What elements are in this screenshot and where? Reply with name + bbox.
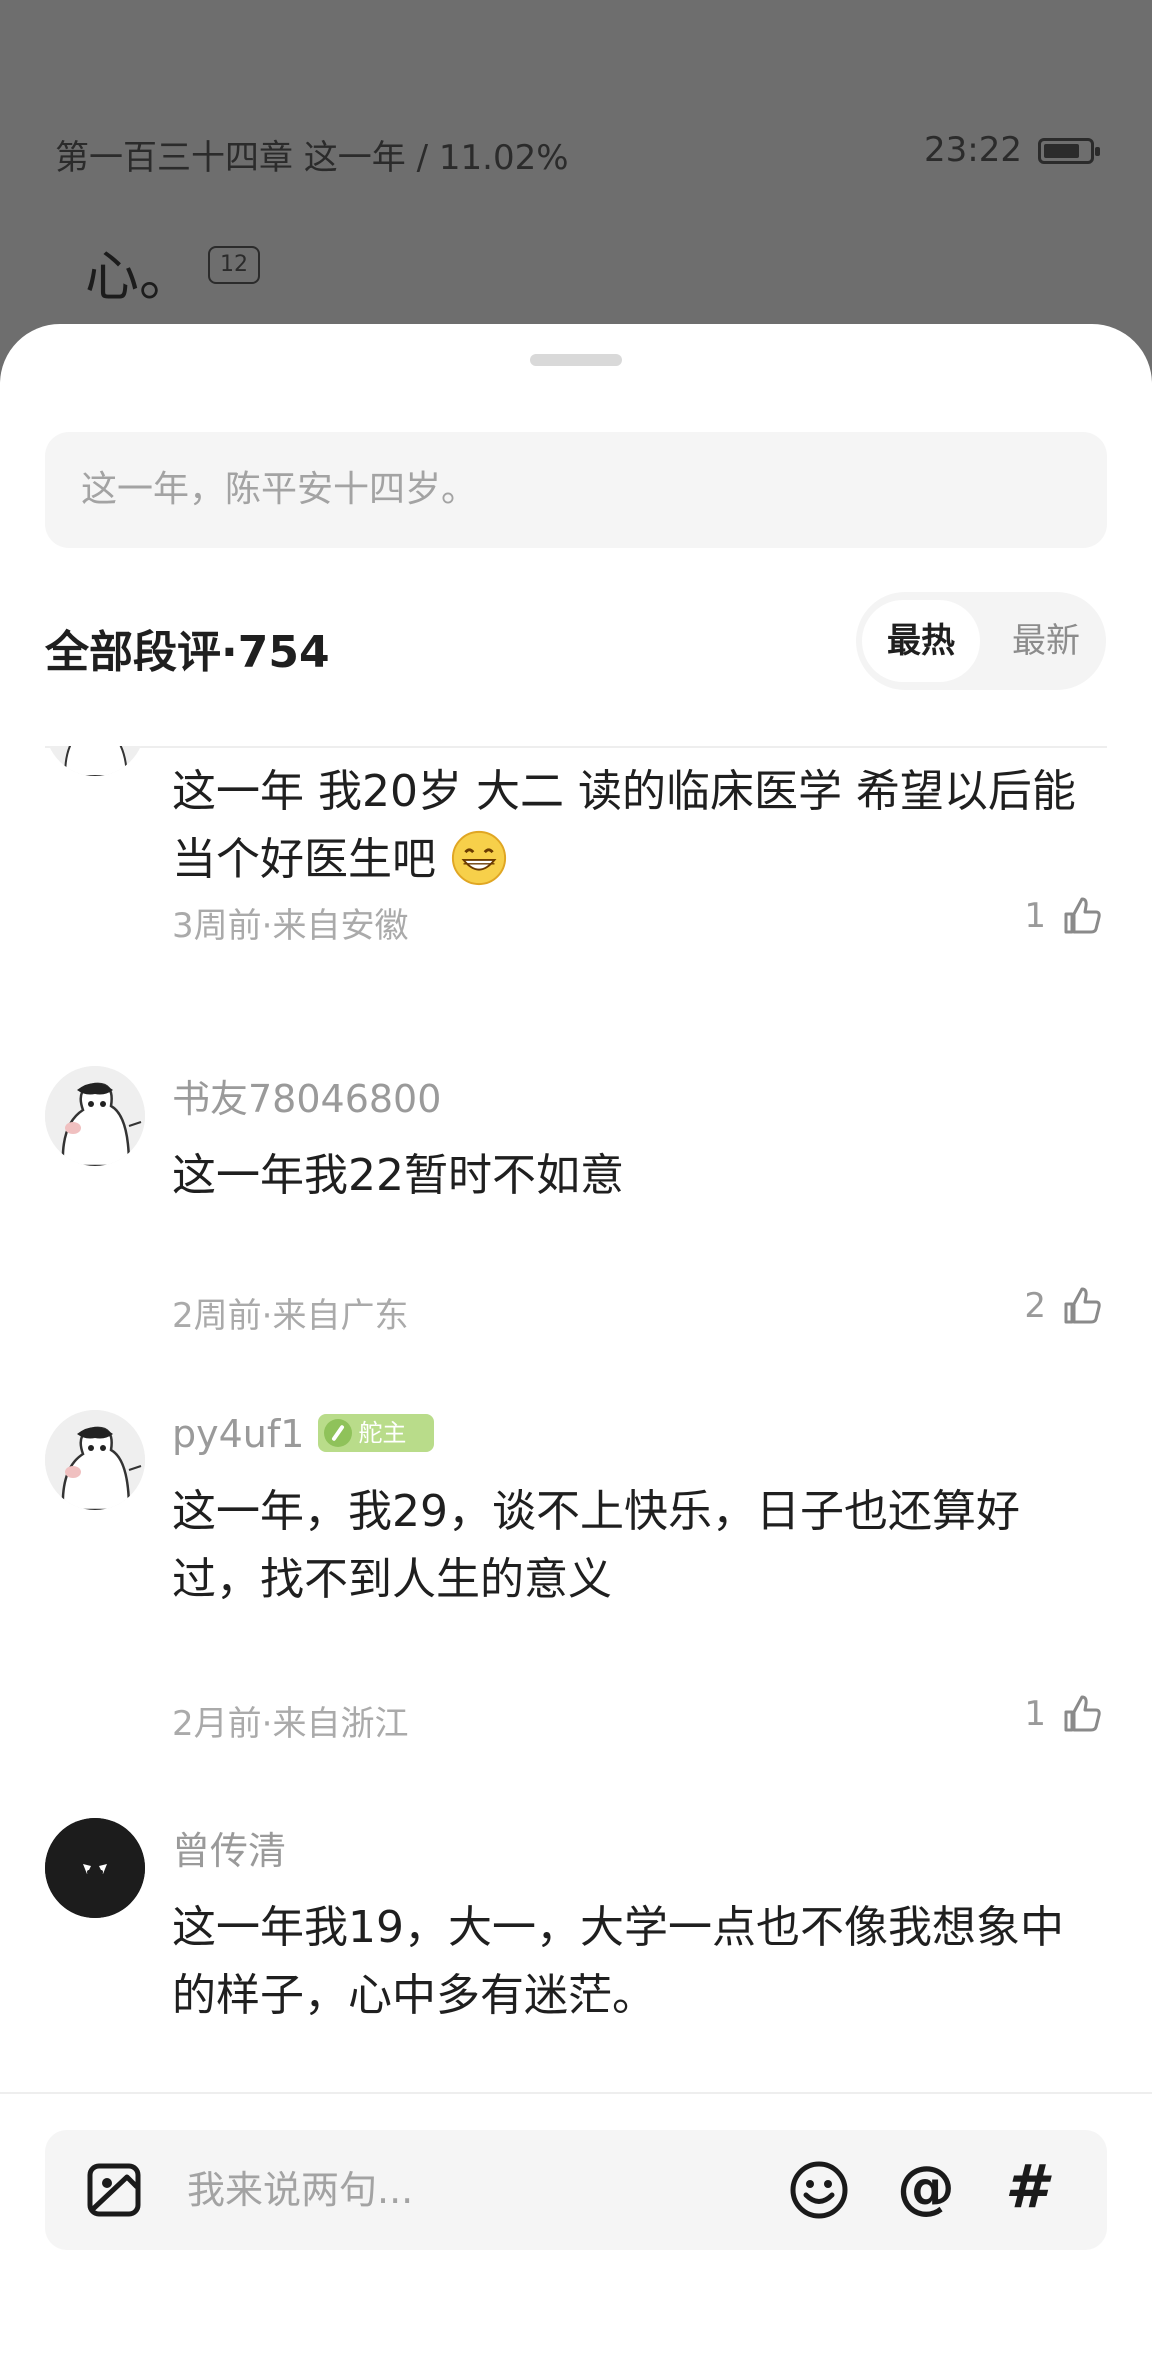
reader-background: 第一百三十四章 这一年 / 11.02% 23:22 心。 12	[0, 0, 1152, 330]
mention-icon[interactable]: @	[897, 2152, 955, 2222]
cartoon-avatar-icon	[45, 1066, 145, 1166]
avatar[interactable]	[45, 1066, 145, 1166]
avatar[interactable]	[45, 746, 145, 776]
pen-icon	[324, 1418, 353, 1447]
cartoon-avatar-icon	[45, 1410, 145, 1510]
comments-sheet: 这一年，陈平安十四岁。 全部段评·754 最热 最新 这一年 我20岁 大二 读…	[0, 324, 1152, 2376]
like-count: 1	[1024, 1694, 1046, 1734]
battery-icon	[1038, 138, 1100, 164]
username-row: py4uf1 舵主	[172, 1412, 435, 1456]
thumbs-up-icon	[1064, 1287, 1101, 1324]
username[interactable]: 曾传清	[172, 1820, 286, 1875]
image-icon[interactable]	[87, 2163, 141, 2217]
comment-meta: 3周前·来自安徽	[172, 906, 409, 946]
helmsman-badge: 舵主	[318, 1413, 435, 1452]
grinning-face-emoji-icon	[451, 830, 507, 886]
avatar[interactable]	[45, 1818, 145, 1918]
thumbs-up-icon	[1064, 897, 1101, 934]
chapter-progress: 第一百三十四章 这一年 / 11.02%	[55, 138, 569, 178]
input-placeholder[interactable]: 我来说两句...	[187, 2130, 413, 2250]
like-count: 2	[1024, 1286, 1046, 1326]
sort-new-button[interactable]: 最新	[990, 600, 1102, 682]
paragraph-comment-count[interactable]: 12	[208, 246, 260, 284]
like-button[interactable]: 1	[1024, 894, 1104, 938]
username[interactable]: 书友78046800	[172, 1068, 441, 1123]
thumbs-up-icon	[1064, 1695, 1101, 1732]
divider	[45, 746, 1107, 748]
comment-input[interactable]: 我来说两句... @ #	[45, 2130, 1107, 2250]
username[interactable]: py4uf1	[172, 1412, 304, 1456]
reader-text-line: 心。	[85, 245, 193, 308]
comment-text: 这一年 我20岁 大二 读的临床医学 希望以后能当个好医生吧	[172, 766, 1076, 886]
comment-meta: 2月前·来自浙江	[172, 1704, 409, 1744]
avatar[interactable]	[45, 1410, 145, 1510]
clock: 23:22	[924, 130, 1022, 170]
comment-meta: 2周前·来自广东	[172, 1296, 409, 1336]
cartoon-avatar-icon	[45, 746, 145, 776]
comment-text: 这一年我19，大一，大学一点也不像我想象中的样子，心中多有迷茫。	[172, 1902, 1064, 2021]
hashtag-icon[interactable]: #	[1005, 2152, 1047, 2222]
section-title: 全部段评·754	[45, 627, 330, 678]
sort-hot-button[interactable]: 最热	[862, 600, 980, 682]
like-count: 1	[1024, 896, 1046, 936]
sheet-drag-handle[interactable]	[530, 354, 622, 366]
emoji-icon[interactable]	[789, 2160, 849, 2220]
sort-toggle: 最热 最新	[856, 592, 1106, 690]
quoted-paragraph: 这一年，陈平安十四岁。	[45, 432, 1107, 548]
comment-text: 这一年，我29，谈不上快乐，日子也还算好过，找不到人生的意义	[172, 1486, 1020, 1605]
like-button[interactable]: 1	[1024, 1692, 1104, 1736]
comment-input-bar: 我来说两句... @ #	[0, 2092, 1152, 2376]
battery-level	[1044, 144, 1079, 158]
comment-text: 这一年我22暂时不如意	[172, 1150, 624, 1201]
cat-avatar-icon	[45, 1818, 145, 1918]
like-button[interactable]: 2	[1024, 1284, 1104, 1328]
